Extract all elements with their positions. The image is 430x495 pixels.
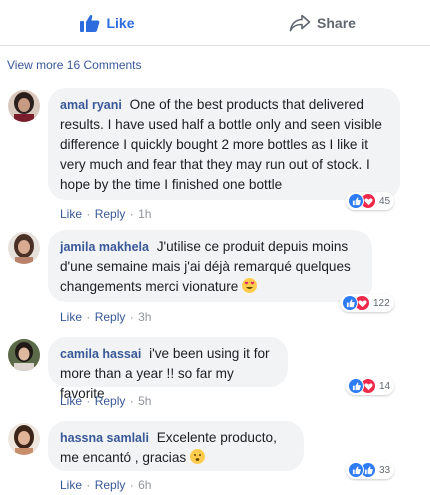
comment-reply-link[interactable]: Reply bbox=[95, 207, 126, 221]
comment-like-link[interactable]: Like bbox=[60, 207, 82, 221]
comment-author[interactable]: camila hassai bbox=[60, 347, 141, 361]
comment-reply-link[interactable]: Reply bbox=[95, 310, 126, 324]
like-reaction-icon bbox=[342, 295, 358, 311]
separator-dot: · bbox=[86, 207, 91, 221]
comment-timestamp[interactable]: 1h bbox=[138, 207, 151, 221]
separator-dot: · bbox=[129, 207, 134, 221]
like-reaction-icon bbox=[348, 193, 364, 209]
avatar[interactable] bbox=[8, 90, 40, 122]
reaction-summary[interactable]: 33 bbox=[346, 461, 395, 479]
comment-reply-link[interactable]: Reply bbox=[95, 394, 126, 408]
comment-like-link[interactable]: Like bbox=[60, 310, 82, 324]
comment-timestamp[interactable]: 3h bbox=[138, 310, 151, 324]
reaction-summary[interactable]: 45 bbox=[346, 192, 395, 210]
comment-timestamp[interactable]: 5h bbox=[138, 394, 151, 408]
comment-actions: Like · Reply · 6h bbox=[60, 478, 151, 492]
share-button[interactable]: Share bbox=[215, 0, 430, 45]
reaction-count: 122 bbox=[373, 297, 390, 309]
separator-dot: · bbox=[86, 394, 91, 408]
reaction-count: 33 bbox=[379, 464, 391, 476]
comment-actions: Like · Reply · 1h bbox=[60, 207, 151, 221]
comment-author[interactable]: hassna samlali bbox=[60, 431, 149, 445]
comment-like-link[interactable]: Like bbox=[60, 478, 82, 492]
comment-bubble: amal ryani One of the best products that… bbox=[48, 88, 400, 200]
separator-dot: · bbox=[129, 394, 134, 408]
comment-bubble: camila hassai i've been using it for mor… bbox=[48, 337, 288, 401]
separator-dot: · bbox=[129, 310, 134, 324]
avatar[interactable] bbox=[8, 339, 40, 371]
avatar[interactable] bbox=[8, 232, 40, 264]
comment-timestamp[interactable]: 6h bbox=[138, 478, 151, 492]
post-action-bar: Like Share bbox=[0, 0, 430, 46]
separator-dot: · bbox=[86, 310, 91, 324]
comment-actions: Like · Reply · 3h bbox=[60, 310, 151, 324]
like-button-label: Like bbox=[106, 14, 135, 31]
comment-author[interactable]: amal ryani bbox=[60, 98, 122, 112]
comment-reply-link[interactable]: Reply bbox=[95, 478, 126, 492]
thumbs-up-icon bbox=[80, 14, 100, 32]
separator-dot: · bbox=[86, 478, 91, 492]
view-more-comments-link[interactable]: View more 16 Comments bbox=[7, 58, 142, 72]
like-reaction-icon bbox=[348, 378, 364, 394]
comment-bubble: jamila makhela J'utilise ce produit depu… bbox=[48, 230, 372, 302]
comment-actions: Like · Reply · 5h bbox=[60, 394, 151, 408]
share-button-label: Share bbox=[317, 14, 356, 31]
like-button[interactable]: Like bbox=[0, 0, 215, 45]
hugging-face-emoji-icon bbox=[189, 449, 205, 464]
comment-author[interactable]: jamila makhela bbox=[60, 240, 149, 254]
comment-bubble: hassna samlali Excelente producto, me en… bbox=[48, 421, 304, 471]
reaction-count: 14 bbox=[379, 380, 391, 392]
reaction-summary[interactable]: 14 bbox=[346, 377, 395, 395]
avatar[interactable] bbox=[8, 423, 40, 455]
reaction-count: 45 bbox=[379, 195, 391, 207]
comment-like-link[interactable]: Like bbox=[60, 394, 82, 408]
share-arrow-icon bbox=[289, 14, 311, 31]
reaction-summary[interactable]: 122 bbox=[340, 294, 394, 312]
like-reaction-icon bbox=[348, 462, 364, 478]
heart-eyes-emoji-icon bbox=[242, 278, 258, 293]
separator-dot: · bbox=[129, 478, 134, 492]
